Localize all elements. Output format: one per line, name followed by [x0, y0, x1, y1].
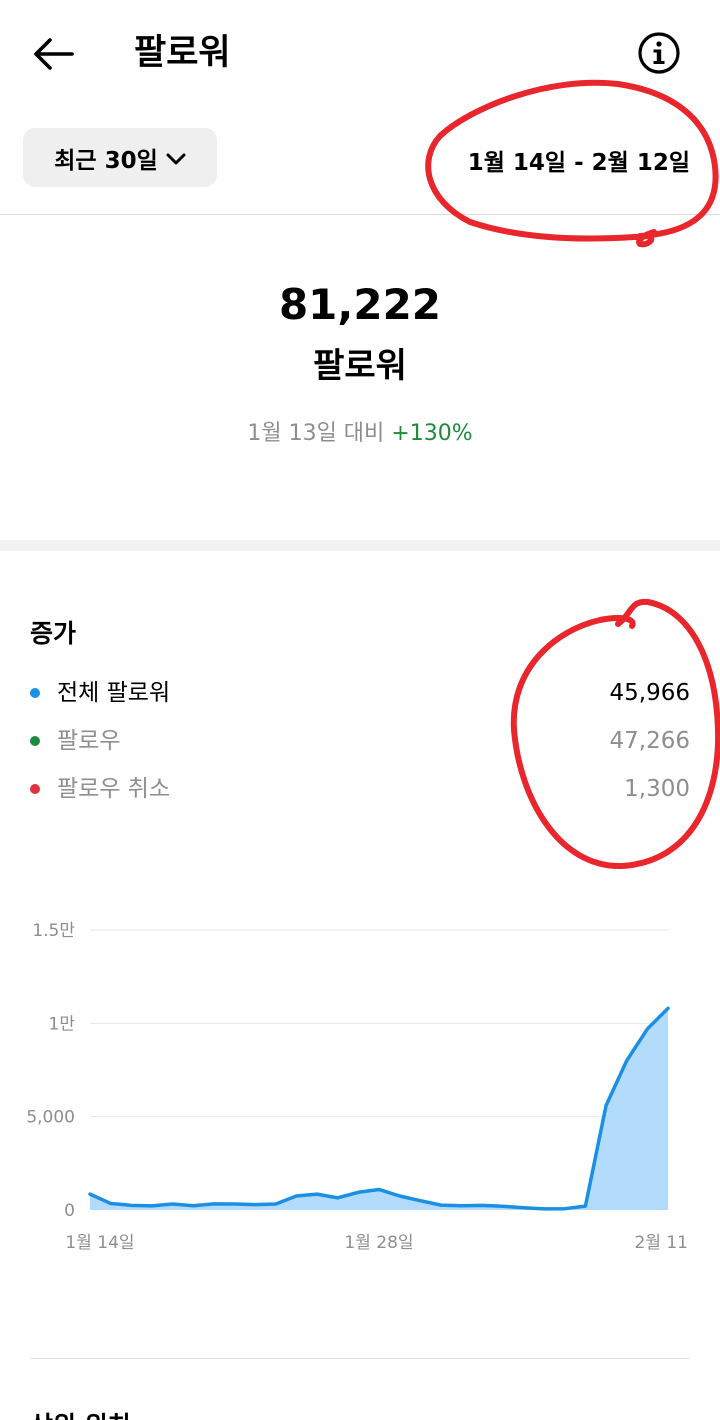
growth-section-title: 증가: [30, 619, 77, 648]
comparison-text: 1월 13일 대비 +130%: [0, 418, 720, 450]
y-tick-label: 0: [64, 1201, 75, 1221]
date-range-dropdown-label: 최근 30일: [54, 147, 158, 174]
growth-row-value: 1,300: [624, 776, 690, 802]
date-range-text: 1월 14일 - 2월 12일: [467, 150, 690, 176]
divider: [30, 1358, 690, 1359]
chevron-down-icon: [166, 153, 186, 164]
chart-series-line: [88, 1006, 670, 1211]
legend-dot-unfollows: [30, 784, 40, 794]
divider: [0, 214, 720, 215]
top-bar: 팔로워: [0, 0, 720, 110]
growth-row-unfollows: 팔로우 취소 1,300: [30, 771, 690, 807]
follower-count: 81,222: [278, 280, 442, 329]
y-tick-label: 1만: [49, 1014, 76, 1034]
y-tick-label: 1.5만: [32, 921, 75, 941]
x-tick-label: 2월 11: [635, 1233, 689, 1253]
growth-row-value: 45,966: [609, 680, 690, 706]
comparison-prefix: 1월 13일 대비: [247, 421, 385, 446]
comparison-delta: +130%: [391, 421, 473, 446]
x-tick-label: 1월 28일: [344, 1233, 413, 1253]
back-button[interactable]: [28, 32, 80, 76]
page-title: 팔로워: [134, 33, 231, 73]
date-range-dropdown[interactable]: 최근 30일: [23, 128, 217, 187]
growth-row-value: 47,266: [609, 728, 690, 754]
growth-row-label: 팔로우: [57, 728, 121, 754]
chart-svg: 1.5만 1만 5,000 0 1월 14일 1월 28일 2월 11: [26, 921, 689, 1253]
legend-dot-follows: [30, 736, 40, 746]
chart-area-fill: [90, 1008, 668, 1210]
growth-row-follows: 팔로우 47,266: [30, 723, 690, 759]
arrow-left-icon: [34, 38, 74, 70]
x-tick-label: 1월 14일: [65, 1233, 134, 1253]
growth-row-label: 팔로우 취소: [57, 776, 171, 802]
info-button[interactable]: [636, 30, 682, 76]
y-tick-label: 5,000: [26, 1108, 75, 1128]
growth-row-label: 전체 팔로워: [57, 680, 171, 706]
next-section-title: 상위 위치: [30, 1408, 131, 1420]
followers-insights-screen: 팔로워 최근 30일 1월 14일 - 2월 12일 81,222 팔로워 1월…: [0, 0, 720, 1420]
follower-count-label: 팔로워: [313, 346, 407, 386]
follower-growth-chart: 1.5만 1만 5,000 0 1월 14일 1월 28일 2월 11: [0, 900, 720, 1270]
growth-row-total-followers: 전체 팔로워 45,966: [30, 675, 690, 711]
section-divider: [0, 540, 720, 551]
legend-dot-total: [30, 688, 40, 698]
info-circle-icon: [638, 32, 680, 74]
